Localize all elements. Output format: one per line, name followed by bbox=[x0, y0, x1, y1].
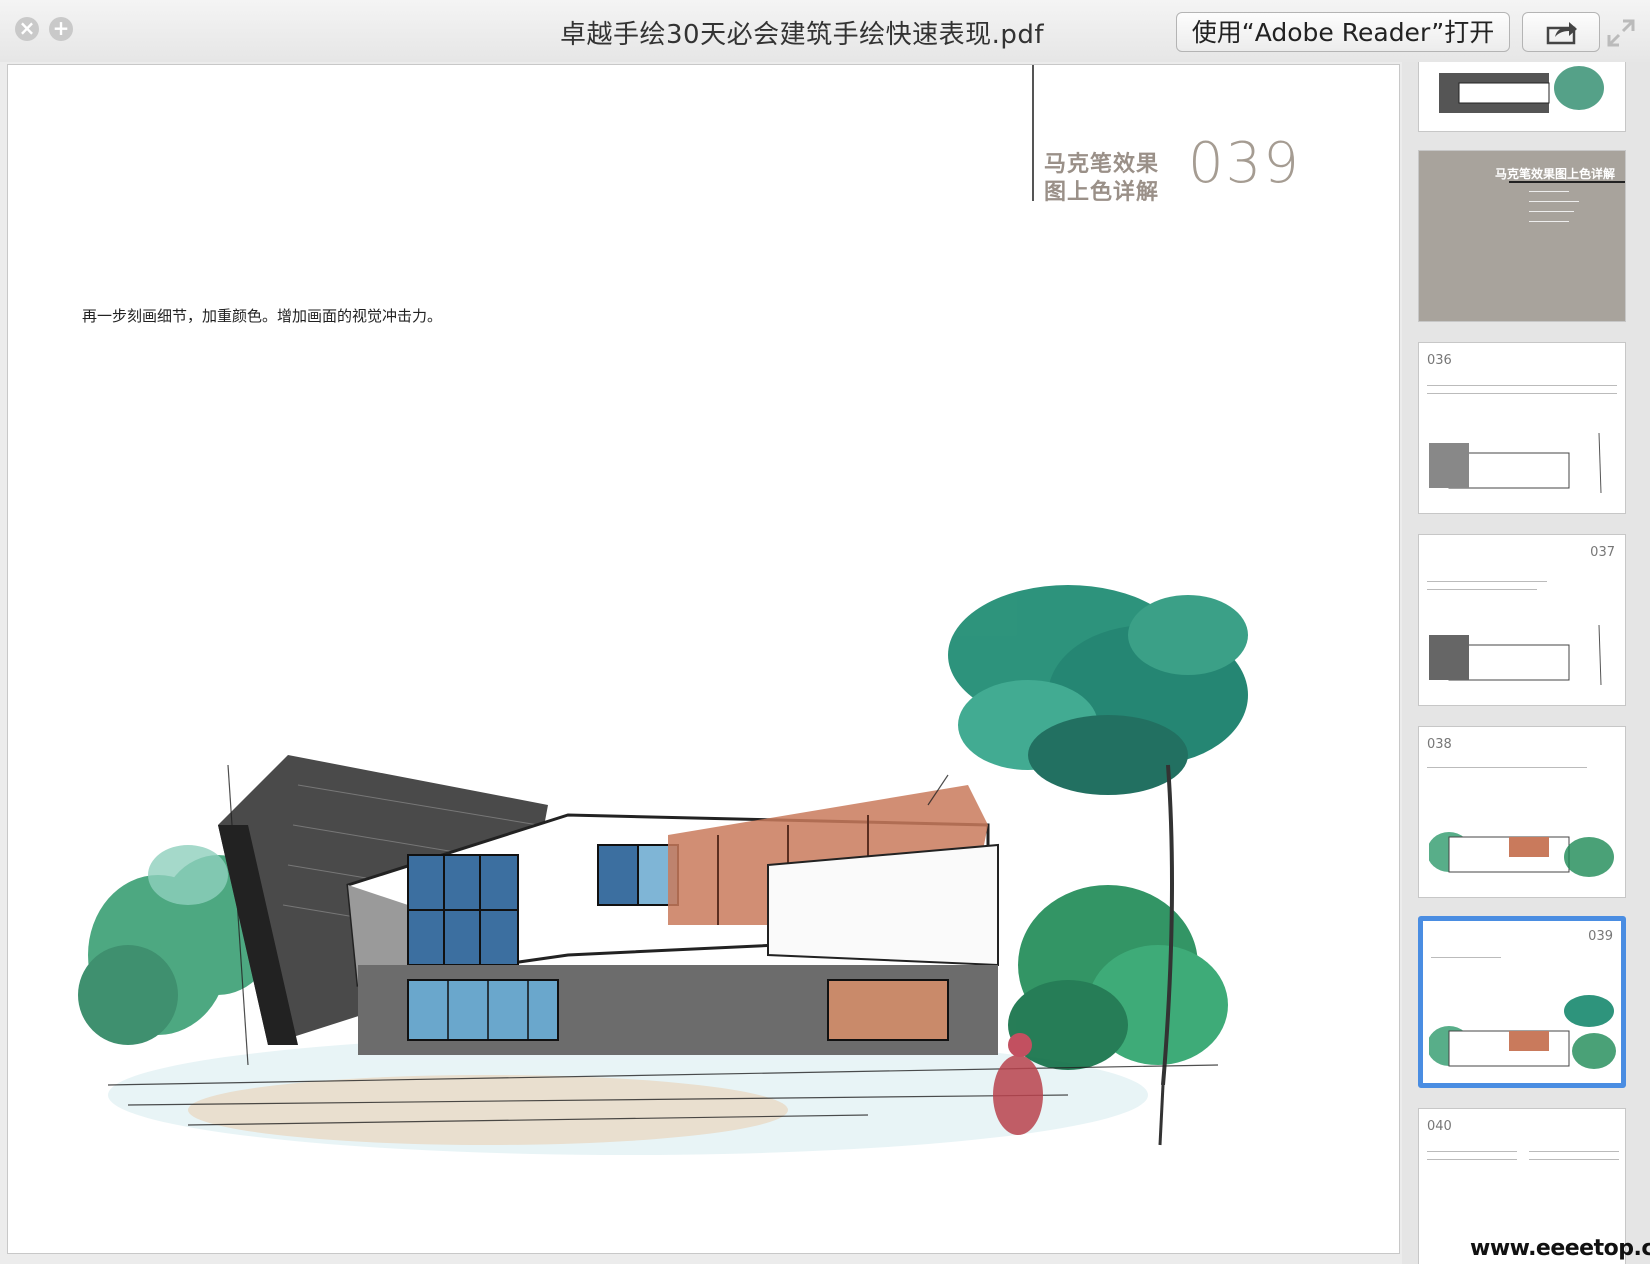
thumbnail-sidebar[interactable]: 马克笔效果图上色详解 036 037 038 039 040 bbox=[1402, 62, 1650, 1264]
thumbnail-image bbox=[1429, 832, 1614, 877]
share-button[interactable] bbox=[1522, 12, 1600, 52]
divider bbox=[1431, 957, 1501, 958]
open-with-adobe-reader-button[interactable]: 使用“Adobe Reader”打开 bbox=[1176, 12, 1510, 52]
page-number: 039 bbox=[1188, 131, 1301, 196]
thumbnail-page-number: 036 bbox=[1427, 353, 1452, 368]
divider bbox=[1427, 385, 1617, 386]
thumbnail-image bbox=[1429, 432, 1602, 494]
architecture-sketch-illustration bbox=[78, 585, 1248, 1155]
header-divider bbox=[1032, 65, 1034, 201]
divider bbox=[1427, 589, 1537, 590]
watermark: www.eeeetop.com bbox=[1470, 1236, 1650, 1261]
thumbnail-image bbox=[1429, 624, 1602, 686]
thumbnail-page-number: 037 bbox=[1590, 545, 1615, 560]
thumbnail-page-4[interactable]: 037 bbox=[1418, 534, 1626, 706]
divider bbox=[1529, 201, 1579, 202]
divider bbox=[1427, 1159, 1517, 1160]
divider bbox=[1427, 581, 1547, 582]
thumbnail-page-number: 039 bbox=[1588, 929, 1613, 944]
thumbnail-image bbox=[1429, 995, 1616, 1069]
divider bbox=[1529, 211, 1574, 212]
divider bbox=[1509, 181, 1625, 183]
fullscreen-icon bbox=[1607, 19, 1635, 47]
close-icon[interactable]: × bbox=[15, 17, 39, 41]
divider bbox=[1427, 393, 1617, 394]
pdf-page-view[interactable]: 马克笔效果 图上色详解 039 再一步刻画细节，加重颜色。增加画面的视觉冲击力。 bbox=[7, 64, 1400, 1254]
chapter-title-line2: 图上色详解 bbox=[1044, 180, 1160, 205]
chapter-title: 马克笔效果 图上色详解 bbox=[1044, 151, 1159, 207]
thumbnail-page-number: 038 bbox=[1427, 737, 1452, 752]
divider bbox=[1529, 221, 1569, 222]
title-bar: × + 卓越手绘30天必会建筑手绘快速表现.pdf 使用“Adobe Reade… bbox=[0, 0, 1650, 62]
divider bbox=[1529, 1151, 1619, 1152]
add-icon[interactable]: + bbox=[49, 17, 73, 41]
thumbnail-page-2[interactable]: 马克笔效果图上色详解 bbox=[1418, 150, 1626, 322]
thumbnail-page-1[interactable] bbox=[1418, 62, 1626, 132]
thumbnail-page-number: 040 bbox=[1427, 1119, 1452, 1134]
divider bbox=[1427, 767, 1587, 768]
share-icon bbox=[1546, 22, 1577, 45]
fullscreen-button[interactable] bbox=[1606, 18, 1636, 48]
page-caption: 再一步刻画细节，加重颜色。增加画面的视觉冲击力。 bbox=[82, 307, 443, 325]
divider bbox=[1427, 1151, 1517, 1152]
window-title: 卓越手绘30天必会建筑手绘快速表现.pdf bbox=[560, 20, 1045, 50]
chapter-title-line1: 马克笔效果 bbox=[1044, 152, 1160, 177]
thumbnail-page-3[interactable]: 036 bbox=[1418, 342, 1626, 514]
thumbnail-image bbox=[1439, 66, 1604, 113]
thumbnail-page-6-selected[interactable]: 039 bbox=[1418, 916, 1626, 1088]
divider bbox=[1529, 1159, 1619, 1160]
thumbnail-page-5[interactable]: 038 bbox=[1418, 726, 1626, 898]
divider bbox=[1529, 191, 1569, 192]
thumbnail-chapter-label: 马克笔效果图上色详解 bbox=[1494, 167, 1615, 181]
